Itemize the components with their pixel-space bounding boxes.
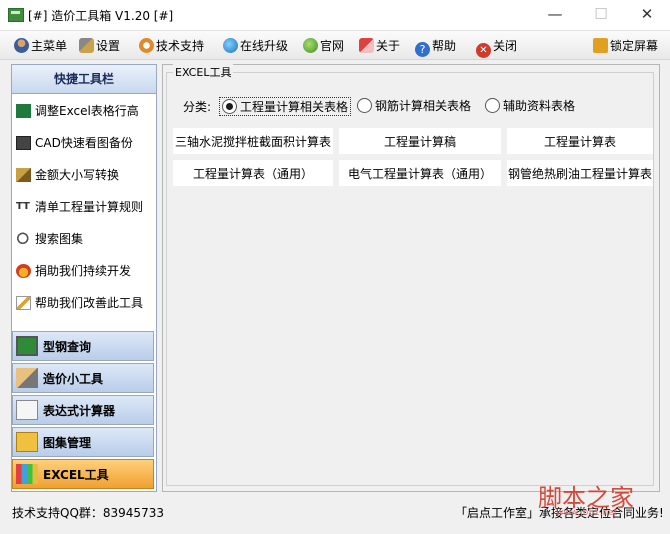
globe-icon — [223, 38, 238, 53]
excel-tools-group: EXCEL工具 分类: 工程量计算相关表格 钢筋计算相关表格 辅助资料表格 三轴… — [166, 64, 654, 486]
group-title: EXCEL工具 — [173, 64, 234, 80]
category-calculator[interactable]: 表达式计算器 — [12, 395, 154, 425]
ruler-icon — [16, 368, 38, 388]
window-title: [#] 造价工具箱 V1.20 [#] — [28, 9, 174, 23]
category-steel-query[interactable]: 型钢查询 — [12, 331, 154, 361]
sidebar-item-search-atlas[interactable]: 搜索图集 — [12, 227, 156, 251]
minimize-button[interactable]: — — [532, 0, 578, 30]
title-bar: [#] 造价工具箱 V1.20 [#] — ☐ ✕ — [0, 0, 670, 30]
main-panel: EXCEL工具 分类: 工程量计算相关表格 钢筋计算相关表格 辅助资料表格 三轴… — [162, 64, 660, 492]
tool-button-quantity-draft[interactable]: 工程量计算稿 — [339, 128, 501, 154]
folder-icon — [16, 432, 38, 452]
tool-button-quantity-table[interactable]: 工程量计算表 — [507, 128, 653, 154]
maximize-button[interactable]: ☐ — [578, 0, 624, 30]
sidebar-item-cad-backup[interactable]: CAD快速看图备份 — [12, 131, 156, 155]
category-label: 分类: — [183, 100, 212, 114]
toolbar: 主菜单 设置 技术支持 在线升级 官网 关于 ? 帮助 ✕ 关闭 锁定屏幕 — [0, 31, 670, 60]
close-window-button[interactable]: ✕ — [624, 0, 670, 30]
tt-icon: TT — [16, 201, 30, 212]
tech-support-button[interactable]: 技术支持 — [139, 37, 204, 55]
sidebar-item-amount-convert[interactable]: 金额大小写转换 — [12, 163, 156, 187]
qq-group-text: 技术支持QQ群：83945733 — [12, 506, 164, 520]
close-app-button[interactable]: ✕ 关闭 — [476, 37, 517, 58]
website-icon — [303, 38, 318, 53]
radio-rebar-tables[interactable]: 钢筋计算相关表格 — [357, 97, 471, 114]
main-menu-button[interactable]: 主菜单 — [14, 37, 67, 55]
money-icon — [16, 168, 31, 182]
category-excel-tools[interactable]: EXCEL工具 — [12, 459, 154, 489]
excel-icon — [16, 104, 31, 118]
tool-button-quantity-general[interactable]: 工程量计算表（通用） — [173, 160, 333, 186]
online-update-button[interactable]: 在线升级 — [223, 37, 288, 55]
user-icon — [14, 38, 29, 53]
watermark-url: www.jb51.net — [556, 508, 618, 518]
sidebar-item-donate[interactable]: 捐助我们持续开发 — [12, 259, 156, 283]
sidebar-item-excel-row-height[interactable]: 调整Excel表格行高 — [12, 99, 156, 123]
lock-icon — [593, 38, 608, 53]
radio-unchecked-icon — [357, 98, 372, 113]
calculator-icon — [16, 400, 38, 420]
support-icon — [139, 38, 154, 53]
help-icon: ? — [415, 42, 430, 57]
help-button[interactable]: ? 帮助 — [415, 37, 456, 57]
cad-icon — [16, 136, 31, 150]
steel-icon — [16, 336, 38, 356]
tool-button-mixing-pile[interactable]: 三轴水泥搅拌桩截面积计算表 — [173, 128, 333, 154]
about-icon — [359, 38, 374, 53]
tool-button-pipe-insulation[interactable]: 钢管绝热刷油工程量计算表 — [507, 160, 653, 186]
settings-button[interactable]: 设置 — [79, 37, 120, 55]
pen-icon — [16, 296, 31, 310]
close-icon: ✕ — [476, 43, 491, 58]
category-cost-tools[interactable]: 造价小工具 — [12, 363, 154, 393]
app-icon — [8, 8, 24, 22]
medal-icon — [16, 264, 31, 278]
sidebar-item-rules[interactable]: TT 清单工程量计算规则 — [12, 195, 156, 219]
radio-checked-icon — [222, 99, 237, 114]
radio-reference-tables[interactable]: 辅助资料表格 — [485, 97, 575, 114]
search-icon — [16, 232, 31, 246]
website-button[interactable]: 官网 — [303, 37, 344, 55]
category-atlas-manage[interactable]: 图集管理 — [12, 427, 154, 457]
tools-icon — [79, 38, 94, 53]
excel-bars-icon — [16, 464, 38, 484]
sidebar-header: 快捷工具栏 — [12, 65, 156, 94]
sidebar-item-feedback[interactable]: 帮助我们改善此工具 — [12, 291, 156, 315]
lock-screen-button[interactable]: 锁定屏幕 — [593, 37, 658, 55]
radio-unchecked-icon — [485, 98, 500, 113]
tool-button-electrical-quantity[interactable]: 电气工程量计算表（通用） — [339, 160, 501, 186]
radio-quantity-tables[interactable]: 工程量计算相关表格 — [219, 97, 352, 116]
about-button[interactable]: 关于 — [359, 37, 400, 55]
